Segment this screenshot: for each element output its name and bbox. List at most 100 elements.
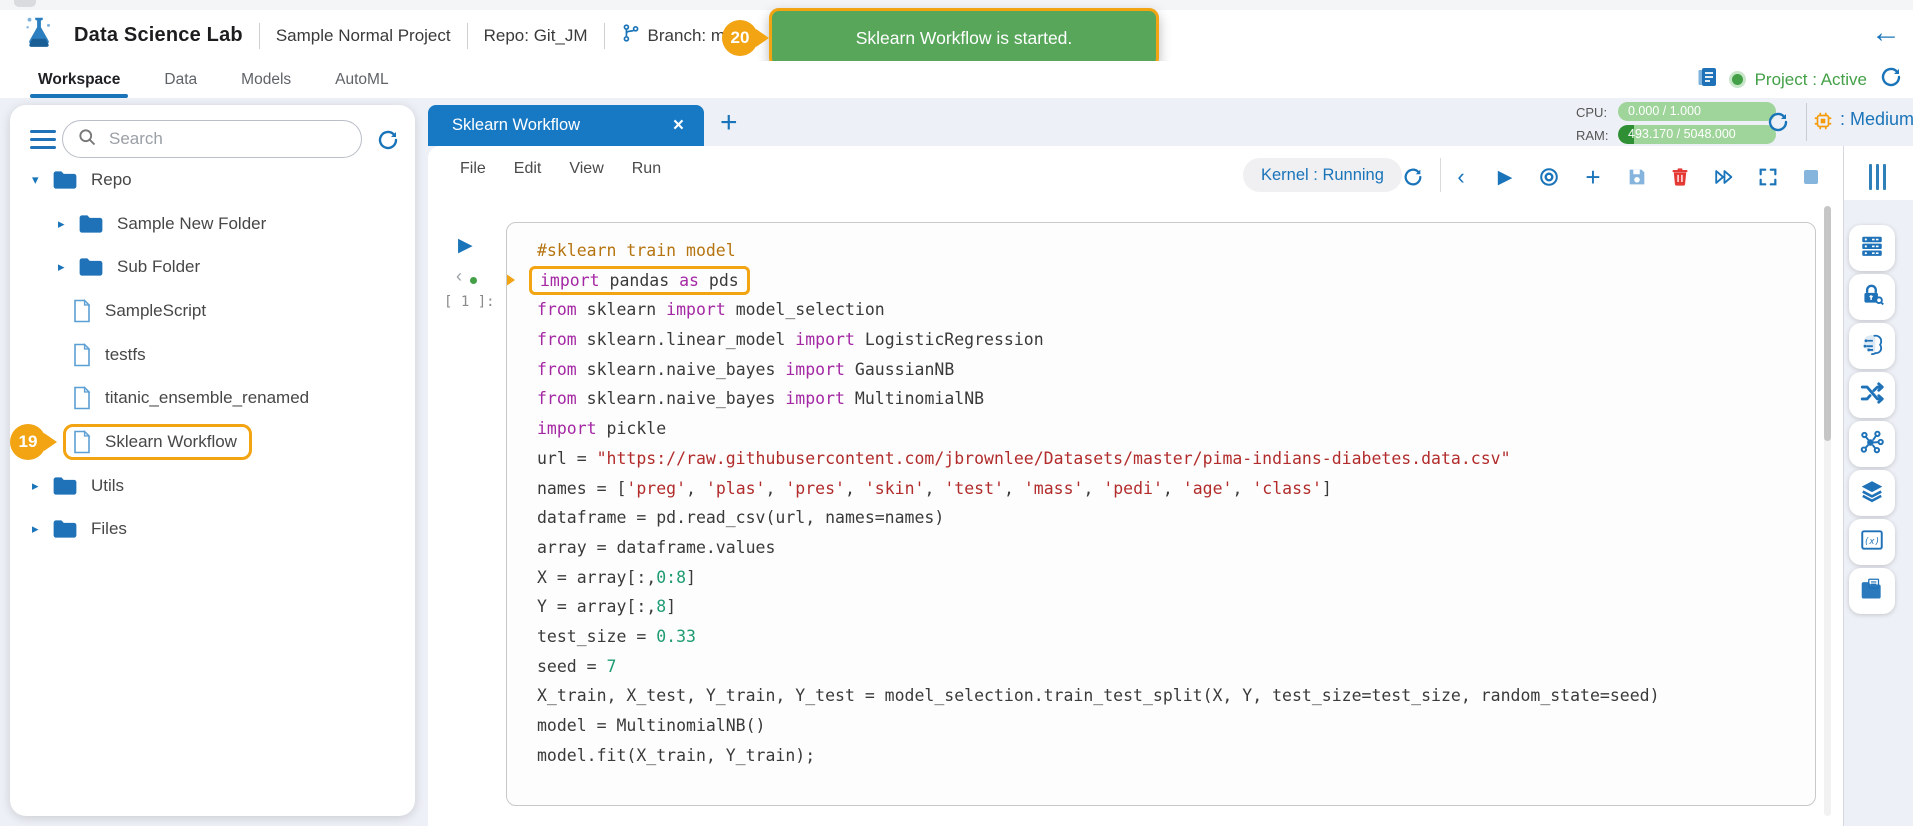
tab-automl[interactable]: AutoML [335, 61, 388, 98]
search-icon [77, 127, 97, 152]
search-input[interactable] [107, 128, 321, 150]
caret-right-icon[interactable]: ▸ [32, 521, 52, 537]
caret-right-icon[interactable]: ▸ [58, 216, 78, 232]
code-line[interactable]: import pickle [537, 414, 1805, 444]
notebook-tab-title: Sklearn Workflow [452, 116, 673, 135]
cpu-value: 0.000 / 1.000 [1628, 102, 1701, 121]
menu-file[interactable]: File [460, 160, 486, 178]
folder-icon [52, 169, 78, 191]
code-line[interactable]: model.fit(X_train, Y_train); [537, 741, 1805, 771]
caret-right-icon[interactable]: ▸ [58, 259, 78, 275]
svg-text:(x): (x) [1864, 536, 1880, 546]
add-tab-button[interactable]: + [720, 108, 738, 138]
tab-workspace[interactable]: Workspace [38, 61, 120, 98]
code-cell[interactable]: #sklearn train modelimport pandas as pds… [506, 222, 1816, 806]
ml-brain-icon [1859, 331, 1885, 362]
code-line[interactable]: test_size = 0.33 [537, 622, 1805, 652]
instance-size-label: : Medium [1840, 109, 1913, 130]
tutorial-badge-19: 19 [10, 424, 46, 460]
layers-button[interactable] [1849, 470, 1895, 516]
cpu-label: CPU: [1576, 105, 1607, 120]
tab-data[interactable]: Data [164, 61, 197, 98]
restart-kernel-button[interactable] [1532, 160, 1566, 194]
code-line[interactable]: from sklearn.linear_model import Logisti… [537, 325, 1805, 355]
refresh-tree-icon[interactable] [376, 128, 400, 157]
folder-icon [52, 475, 78, 497]
menu-view[interactable]: View [569, 160, 603, 178]
tree-file-titanic-ensemble-renamed[interactable]: titanic_ensemble_renamed [10, 376, 415, 420]
notebook-tab[interactable]: Sklearn Workflow × [428, 105, 704, 146]
search-box[interactable] [62, 120, 362, 158]
close-tab-icon[interactable]: × [673, 115, 684, 137]
lock-key-button[interactable] [1849, 274, 1895, 320]
back-arrow-button[interactable]: ← [1871, 18, 1901, 48]
tree-folder-sample-new-folder[interactable]: ▸ Sample New Folder [10, 202, 415, 246]
add-cell-button[interactable]: + [1576, 160, 1610, 194]
tree-folder-repo[interactable]: ▾Repo [10, 158, 415, 202]
delete-cell-button[interactable] [1663, 160, 1697, 194]
tab-models[interactable]: Models [241, 61, 291, 98]
kernel-status-badge[interactable]: Kernel : Running [1243, 158, 1402, 192]
sidebar-panel: ▾Repo ▸ Sample New Folder ▸ Sub Folder Sample… [10, 105, 415, 816]
window-mini-tab [14, 0, 36, 7]
code-line[interactable]: names = ['preg', 'plas', 'pres', 'skin',… [537, 474, 1805, 504]
chevron-left-button[interactable]: ‹ [1444, 160, 1478, 194]
toast-notification: Sklearn Workflow is started. 20 [769, 8, 1159, 68]
logs-icon[interactable] [1696, 65, 1720, 94]
code-line[interactable]: X = array[:,0:8] [537, 563, 1805, 593]
code-line[interactable]: array = dataframe.values [537, 533, 1805, 563]
refresh-kernel-button[interactable] [1396, 160, 1430, 194]
code-window-button[interactable]: (x) [1849, 519, 1895, 565]
tree-item-label: Sub Folder [117, 257, 200, 277]
save-notebook-button[interactable] [1620, 160, 1654, 194]
scrollbar-thumb[interactable] [1824, 206, 1831, 441]
code-line[interactable]: Y = array[:,8] [537, 592, 1805, 622]
refresh-project-icon[interactable] [1879, 65, 1903, 94]
network-button[interactable] [1849, 421, 1895, 467]
menu-edit[interactable]: Edit [514, 160, 542, 178]
header-divider [467, 23, 468, 49]
code-line[interactable]: import pandas as pds21 [537, 266, 1805, 296]
file-manager-button[interactable] [1849, 568, 1895, 614]
run-all-button[interactable] [1707, 160, 1741, 194]
code-line[interactable]: #sklearn train model [537, 236, 1805, 266]
menu-bar: File Edit View Run [460, 160, 661, 178]
collapse-cell-icon[interactable]: ‹ [456, 266, 462, 287]
code-line[interactable]: seed = 7 [537, 652, 1805, 682]
code-line[interactable]: from sklearn.naive_bayes import Gaussian… [537, 355, 1805, 385]
menu-run[interactable]: Run [632, 160, 661, 178]
tree-file-testfs[interactable]: testfs [10, 333, 415, 377]
stop-kernel-button[interactable] [1794, 160, 1828, 194]
tree-file-sklearn-workflow[interactable]: Sklearn Workflow19 [10, 420, 415, 464]
caret-right-icon[interactable]: ▸ [32, 478, 52, 494]
tree-folder-sub-folder[interactable]: ▸ Sub Folder [10, 245, 415, 289]
code-line[interactable]: url = "https://raw.githubusercontent.com… [537, 444, 1805, 474]
repo-label: Repo: Git_JM [484, 26, 588, 46]
fullscreen-button[interactable] [1751, 160, 1785, 194]
hamburger-menu-icon[interactable] [30, 130, 56, 149]
tree-item-label: Utils [91, 476, 124, 496]
layers-icon [1859, 478, 1885, 509]
code-window-icon: (x) [1859, 527, 1885, 558]
code-lines: #sklearn train modelimport pandas as pds… [507, 223, 1815, 770]
caret-down-icon[interactable]: ▾ [32, 172, 52, 188]
tree-file-samplescript[interactable]: SampleScript [10, 289, 415, 333]
code-line[interactable]: dataframe = pd.read_csv(url, names=names… [537, 503, 1805, 533]
file-icon [72, 386, 92, 410]
tree-folder-files[interactable]: ▸Files [10, 508, 415, 552]
column-layout-button[interactable] [1860, 160, 1894, 194]
nav-tabs: Workspace Data Models AutoML [0, 61, 1913, 98]
code-line[interactable]: X_train, X_test, Y_train, Y_test = model… [537, 681, 1805, 711]
run-cell-button[interactable]: ▶ [1488, 160, 1522, 194]
tree-item-label: Sample New Folder [117, 214, 266, 234]
server-button[interactable] [1849, 225, 1895, 271]
code-line[interactable]: from sklearn.naive_bayes import Multinom… [537, 384, 1805, 414]
code-line[interactable]: from sklearn import model_selection [537, 295, 1805, 325]
code-line[interactable]: model = MultinomialNB() [537, 711, 1805, 741]
shuffle-icon [1859, 380, 1885, 411]
ml-brain-button[interactable] [1849, 323, 1895, 369]
refresh-resources-icon[interactable] [1766, 110, 1790, 139]
shuffle-button[interactable] [1849, 372, 1895, 418]
run-this-cell-icon[interactable]: ▶ [458, 234, 473, 257]
tree-folder-utils[interactable]: ▸ Utils [10, 464, 415, 508]
